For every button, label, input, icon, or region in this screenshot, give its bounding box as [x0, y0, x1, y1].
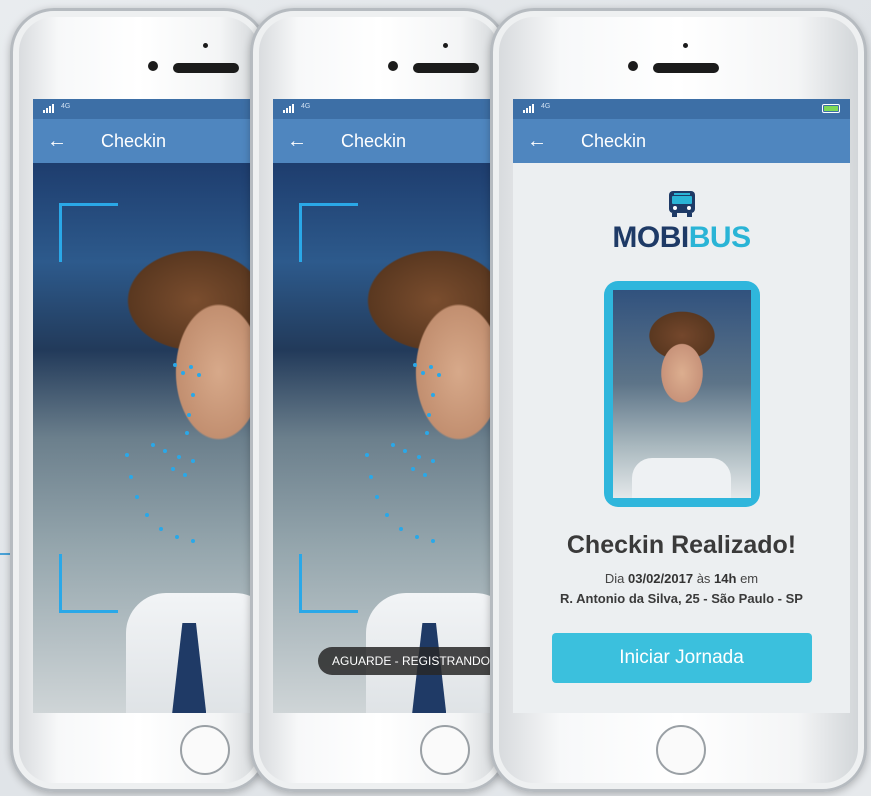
- earpiece-speaker: [413, 63, 479, 73]
- front-camera: [148, 61, 158, 71]
- checkin-result: MOBIBUS Checkin Realizado! Dia 03/02/201…: [513, 163, 850, 713]
- app-bar: ← Checkin: [273, 119, 505, 163]
- carrier-label: 4G: [61, 103, 71, 110]
- signal-icon: [523, 104, 534, 113]
- home-button[interactable]: [420, 725, 470, 775]
- status-bar: 4G: [273, 99, 505, 119]
- date-mid: às: [693, 571, 715, 586]
- registering-toast: AGUARDE - REGISTRANDO...: [318, 647, 505, 675]
- back-arrow-icon[interactable]: ←: [279, 130, 315, 153]
- start-journey-button[interactable]: Iniciar Jornada: [551, 633, 812, 683]
- camera-preview: [33, 163, 265, 713]
- proximity-sensor: [683, 43, 688, 48]
- focus-bracket-bottom: [299, 554, 358, 613]
- checkin-date-line: Dia 03/02/2017 às 14h em: [513, 571, 850, 586]
- app-bar: ← Checkin: [33, 119, 265, 163]
- screen-registering: 4G ← Checkin AGUARDE - REGISTRANDO...: [273, 99, 505, 713]
- signal-icon: [43, 104, 54, 113]
- date-prefix: Dia: [604, 571, 628, 586]
- focus-bracket-top: [59, 203, 118, 262]
- home-button[interactable]: [180, 725, 230, 775]
- home-button[interactable]: [656, 725, 706, 775]
- app-bar: ← Checkin: [513, 119, 850, 163]
- front-camera: [628, 61, 638, 71]
- signal-icon: [283, 104, 294, 113]
- status-bar: 4G: [513, 99, 850, 119]
- page-title: Checkin: [101, 130, 167, 151]
- carrier-label: 4G: [301, 103, 311, 110]
- battery-icon: [822, 104, 840, 113]
- page-title: Checkin: [581, 130, 647, 151]
- bus-icon: [668, 191, 695, 217]
- earpiece-speaker: [173, 63, 239, 73]
- face-landmark-dots: [361, 363, 501, 553]
- back-arrow-icon[interactable]: ←: [519, 130, 555, 153]
- screen-checkin-success: 4G ← Checkin MOBIBUS Checkin Realizado! …: [513, 99, 850, 713]
- phone-frame-3: 4G ← Checkin MOBIBUS Checkin Realizado! …: [490, 8, 867, 792]
- brand-part-mobi: MOBI: [612, 221, 689, 254]
- back-arrow-icon[interactable]: ←: [39, 130, 75, 153]
- brand-logo: MOBIBUS: [513, 221, 850, 255]
- earpiece-speaker: [653, 63, 719, 73]
- focus-bracket-top: [299, 203, 358, 262]
- checkin-date: 03/02/2017: [628, 571, 694, 586]
- phone-frame-2: 4G ← Checkin AGUARDE - REGISTRANDO...: [250, 8, 508, 792]
- result-title: Checkin Realizado!: [566, 531, 797, 559]
- proximity-sensor: [443, 43, 448, 48]
- date-suffix: em: [736, 571, 759, 586]
- status-bar: 4G: [33, 99, 265, 119]
- checkin-time: 14h: [714, 571, 737, 586]
- page-title: Checkin: [341, 130, 407, 151]
- camera-preview: AGUARDE - REGISTRANDO...: [273, 163, 505, 713]
- face-landmark-dots: [121, 363, 261, 553]
- checkin-address: R. Antonio da Silva, 25 - São Paulo - SP: [560, 591, 803, 606]
- front-camera: [388, 61, 398, 71]
- phone-frame-1: 4G ← Checkin: [10, 8, 268, 792]
- focus-bracket-bottom: [59, 554, 118, 613]
- proximity-sensor: [203, 43, 208, 48]
- profile-photo-frame: [603, 281, 760, 507]
- brand-part-bus: BUS: [688, 221, 751, 254]
- carrier-label: 4G: [541, 103, 551, 110]
- screen-camera-scan: 4G ← Checkin: [33, 99, 265, 713]
- profile-photo: [612, 290, 751, 498]
